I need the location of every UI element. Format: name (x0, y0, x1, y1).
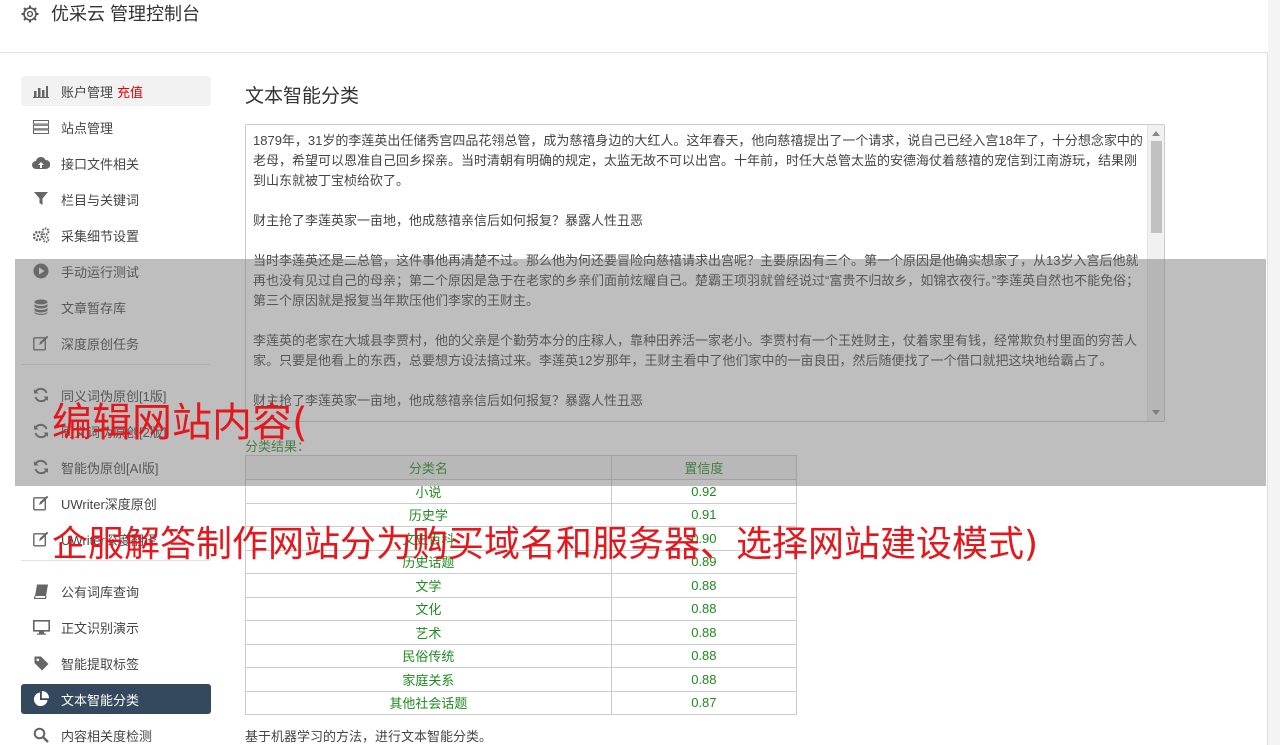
search-icon (32, 726, 50, 744)
confidence-cell: 0.88 (610, 643, 798, 668)
category-cell: 文化 (245, 596, 612, 621)
page-title: 文本智能分类 (245, 86, 360, 107)
monitor-icon (32, 618, 50, 636)
table-row: 艺术 0.88 (245, 620, 798, 645)
scrollbar-thumb[interactable] (1151, 141, 1162, 233)
main-content: 文本智能分类 1879年，31岁的李莲英出任储秀宫四品花翎总管，成为慈禧身边的大… (245, 84, 1165, 744)
caption-overlay-band (15, 259, 1266, 486)
confidence-cell: 0.87 (610, 690, 798, 715)
overlay-caption-line2: 企服解答制作网站分为购买域名和服务器、选择网站建设模式) (52, 524, 1039, 565)
sidebar-item-label: 正文识别演示 (61, 620, 140, 636)
sidebar-item-text-classification[interactable]: 文本智能分类 (21, 684, 211, 714)
sidebar-item-label: 栏目与关键词 (61, 192, 140, 208)
sidebar-item-label: 文本智能分类 (61, 692, 140, 708)
sidebar-item-label: 接口文件相关 (61, 156, 140, 172)
sidebar-item-public-dictionary[interactable]: 公有词库查询 (21, 576, 211, 606)
edit-icon (32, 530, 50, 548)
pie-chart-icon (32, 690, 50, 708)
book-icon (32, 582, 50, 600)
sidebar-item-extract-tags[interactable]: 智能提取标签 (21, 648, 211, 678)
sidebar-item-label: 账户管理 (61, 84, 114, 100)
bar-chart-icon (32, 82, 50, 100)
category-cell: 民俗传统 (245, 643, 612, 668)
table-row: 文学 0.88 (245, 573, 798, 598)
category-cell: 艺术 (245, 620, 612, 645)
table-row: 其他社会话题 0.87 (245, 690, 798, 715)
recharge-link[interactable]: 充值 (117, 82, 143, 101)
table-row: 民俗传统 0.88 (245, 643, 798, 668)
category-cell: 家庭关系 (245, 667, 612, 692)
cloud-upload-icon (32, 154, 50, 172)
category-cell: 其他社会话题 (245, 690, 612, 715)
confidence-cell: 0.88 (610, 596, 798, 621)
tag-icon (32, 654, 50, 672)
confidence-cell: 0.88 (610, 620, 798, 645)
sidebar-item-interface-files[interactable]: 接口文件相关 (21, 148, 211, 178)
scroll-up-icon[interactable] (1152, 131, 1160, 136)
sidebar-item-body-recognition[interactable]: 正文识别演示 (21, 612, 211, 642)
confidence-cell: 0.88 (610, 573, 798, 598)
confidence-cell: 0.88 (610, 667, 798, 692)
edit-icon (32, 494, 50, 512)
category-cell: 文学 (245, 573, 612, 598)
sidebar-item-uwriter-original[interactable]: UWriter深度原创 (21, 488, 211, 518)
sidebar-item-relevance-check[interactable]: 内容相关度检测 (21, 720, 211, 745)
server-icon (32, 118, 50, 136)
sidebar-item-sites[interactable]: 站点管理 (21, 112, 211, 142)
sidebar-item-columns-keywords[interactable]: 栏目与关键词 (21, 184, 211, 214)
overlay-caption-line1: 编辑网站内容( (52, 400, 308, 446)
gears-icon (32, 226, 50, 244)
sidebar-item-label: UWriter深度原创 (61, 496, 157, 512)
app-title: 优采云 管理控制台 (51, 4, 201, 24)
sidebar-item-label: 采集细节设置 (61, 228, 140, 244)
table-row: 文化 0.88 (245, 596, 798, 621)
sidebar-item-collection-settings[interactable]: 采集细节设置 (21, 220, 211, 250)
text-paragraph: 1879年，31岁的李莲英出任储秀宫四品花翎总管，成为慈禧身边的大红人。这年春天… (253, 133, 1143, 188)
text-paragraph: 财主抢了李莲英家一亩地，他成慈禧亲信后如何报复？暴露人性丑恶 (253, 213, 644, 228)
sidebar-item-label: 内容相关度检测 (61, 728, 153, 744)
sidebar-item-label: 站点管理 (61, 120, 114, 136)
table-row: 家庭关系 0.88 (245, 667, 798, 692)
sidebar-item-label: 公有词库查询 (61, 584, 140, 600)
sidebar-item-account[interactable]: 账户管理 充值 (21, 76, 211, 106)
classification-table: 分类名 置信度 小说 0.92 历史学 0.91 文史百科 0.90 历史话题 0.89… (245, 455, 798, 715)
sidebar-item-label: 智能提取标签 (61, 656, 140, 672)
filter-icon (32, 190, 50, 208)
gear-icon[interactable] (20, 4, 40, 24)
method-note: 基于机器学习的方法，进行文本智能分类。 (245, 729, 493, 744)
top-bar: 优采云 管理控制台 (0, 0, 1268, 53)
